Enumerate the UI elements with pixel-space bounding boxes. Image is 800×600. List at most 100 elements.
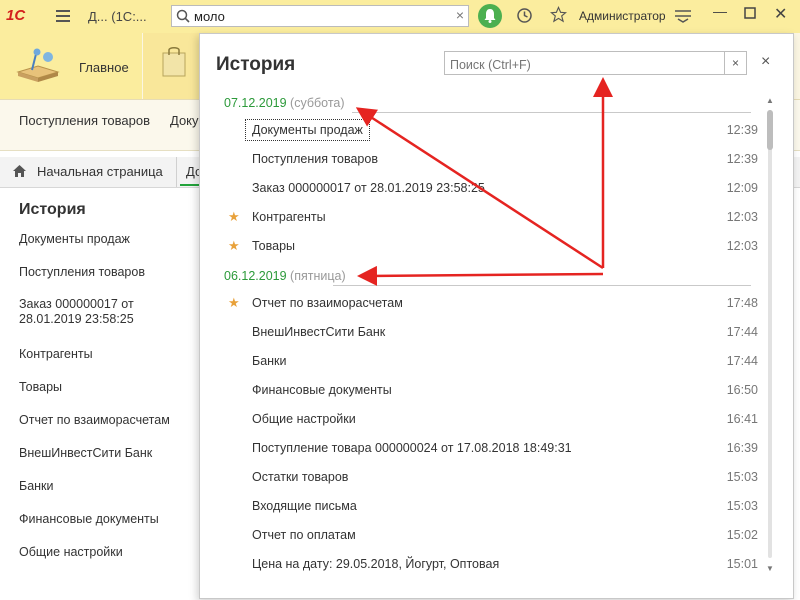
- history-row-name[interactable]: ВнешИнвестСити Банк: [252, 325, 385, 339]
- maximize-icon[interactable]: [744, 6, 756, 22]
- history-date: 07.12.2019: [224, 96, 287, 110]
- history-row-time: 16:41: [726, 412, 758, 426]
- history-row[interactable]: Отчет по оплатам 15:02: [224, 523, 758, 547]
- global-search-value: моло: [194, 9, 225, 24]
- history-row[interactable]: Цена на дату: 29.05.2018, Йогурт, Оптова…: [224, 552, 758, 576]
- history-row-time: 12:03: [726, 239, 758, 253]
- favorite-star-icon[interactable]: ★: [228, 209, 240, 225]
- history-row-name[interactable]: Общие настройки: [252, 412, 356, 426]
- left-history-item[interactable]: Товары: [19, 380, 199, 395]
- popup-title: История: [216, 54, 296, 75]
- history-date-header: 07.12.2019 (суббота): [224, 96, 345, 110]
- favorites-star-icon[interactable]: [549, 5, 568, 27]
- search-icon: [176, 9, 190, 26]
- history-date: 06.12.2019: [224, 269, 287, 283]
- history-row-time: 12:03: [726, 210, 758, 224]
- tab-home-label: Начальная страница: [37, 164, 163, 179]
- history-search-clear-icon[interactable]: ×: [725, 51, 747, 75]
- history-clock-icon[interactable]: [516, 7, 533, 28]
- top-bar: 1С Д... (1С:... моло × Администратор — ✕: [0, 0, 800, 34]
- app-title: Д... (1С:...: [88, 9, 147, 24]
- favorite-star-icon[interactable]: ★: [228, 238, 240, 254]
- close-window-icon[interactable]: ✕: [774, 4, 787, 24]
- shopping-bag-icon: [162, 45, 186, 77]
- history-row-name[interactable]: Контрагенты: [252, 210, 326, 224]
- history-row[interactable]: Финансовые документы 16:50: [224, 378, 758, 402]
- tab-home-page[interactable]: Начальная страница: [0, 157, 177, 187]
- history-row[interactable]: Остатки товаров 15:03: [224, 465, 758, 489]
- history-date-header: 06.12.2019 (пятница): [224, 269, 346, 283]
- history-search-input[interactable]: [444, 51, 725, 75]
- user-name[interactable]: Администратор: [579, 9, 666, 23]
- history-row-name[interactable]: Цена на дату: 29.05.2018, Йогурт, Оптова…: [252, 557, 499, 571]
- history-row-name[interactable]: Отчет по взаиморасчетам: [252, 296, 403, 310]
- left-history-item[interactable]: Общие настройки: [19, 545, 199, 560]
- history-row-time: 15:02: [726, 528, 758, 542]
- history-date-divider: [352, 112, 751, 113]
- history-row-name[interactable]: Отчет по оплатам: [252, 528, 356, 542]
- command-goods-receipts[interactable]: Поступления товаров: [19, 113, 150, 128]
- history-row[interactable]: Документы продаж 12:39: [224, 118, 758, 142]
- history-weekday: (пятница): [290, 269, 346, 283]
- left-history-item[interactable]: Финансовые документы: [19, 512, 199, 527]
- history-row-time: 12:09: [726, 181, 758, 195]
- history-row-name[interactable]: Заказ 000000017 от 28.01.2019 23:58:25: [252, 181, 485, 195]
- history-row[interactable]: ★ Контрагенты 12:03: [224, 205, 758, 229]
- history-row[interactable]: Входящие письма 15:03: [224, 494, 758, 518]
- global-search-input[interactable]: моло ×: [171, 5, 469, 27]
- search-clear-icon[interactable]: ×: [456, 7, 464, 23]
- left-history-item[interactable]: ВнешИнвестСити Банк: [19, 446, 199, 461]
- history-row-name[interactable]: Товары: [252, 239, 295, 253]
- command-documents[interactable]: Доку: [170, 113, 199, 128]
- scroll-down-icon[interactable]: ▼: [766, 564, 774, 573]
- history-row-name[interactable]: Поступление товара 000000024 от 17.08.20…: [252, 441, 572, 455]
- history-row[interactable]: ★ Товары 12:03: [224, 234, 758, 258]
- favorite-star-icon[interactable]: ★: [228, 295, 240, 311]
- history-row-time: 15:03: [726, 499, 758, 513]
- left-history-item[interactable]: Банки: [19, 479, 199, 494]
- history-row-time: 17:44: [726, 354, 758, 368]
- history-row-time: 16:39: [726, 441, 758, 455]
- history-weekday: (суббота): [290, 96, 345, 110]
- history-row-name[interactable]: Входящие письма: [252, 499, 357, 513]
- history-row[interactable]: Поступление товара 000000024 от 17.08.20…: [224, 436, 758, 460]
- history-row-time: 17:44: [726, 325, 758, 339]
- scroll-track[interactable]: [768, 110, 772, 558]
- scroll-thumb[interactable]: [767, 110, 773, 150]
- history-row-name[interactable]: Банки: [252, 354, 287, 368]
- history-popup: История × × ▲ ▼ 07.12.2019 (суббота) Доку…: [199, 33, 794, 599]
- history-row[interactable]: Банки 17:44: [224, 349, 758, 373]
- section-home-label: Главное: [79, 60, 129, 75]
- history-scrollbar[interactable]: ▲ ▼: [766, 94, 774, 574]
- left-history-item[interactable]: Поступления товаров: [19, 265, 199, 280]
- left-history-item[interactable]: Заказ 000000017 от 28.01.2019 23:58:25: [19, 297, 199, 327]
- history-row-time: 16:50: [726, 383, 758, 397]
- home-icon: [12, 164, 27, 181]
- history-row[interactable]: Поступления товаров 12:39: [224, 147, 758, 171]
- left-history-item[interactable]: Документы продаж: [19, 232, 199, 247]
- app-logo: 1С: [6, 7, 26, 24]
- popup-close-icon[interactable]: ×: [761, 53, 770, 71]
- history-row[interactable]: ★ Отчет по взаиморасчетам 17:48: [224, 291, 758, 315]
- history-row-time: 17:48: [726, 296, 758, 310]
- home-section-icon: [16, 42, 60, 86]
- main-menu-icon[interactable]: [56, 10, 70, 22]
- history-row-name[interactable]: Документы продаж: [245, 119, 370, 141]
- left-history-item[interactable]: Отчет по взаиморасчетам: [19, 413, 199, 428]
- scroll-up-icon[interactable]: ▲: [766, 96, 774, 105]
- history-date-divider: [333, 285, 751, 286]
- history-row-time: 15:03: [726, 470, 758, 484]
- history-row-time: 12:39: [726, 152, 758, 166]
- notifications-bell-icon[interactable]: [478, 4, 502, 28]
- history-row-name[interactable]: Финансовые документы: [252, 383, 392, 397]
- active-tab-underline: [180, 184, 200, 186]
- settings-menu-icon[interactable]: [675, 9, 691, 27]
- history-row[interactable]: Заказ 000000017 от 28.01.2019 23:58:25 12…: [224, 176, 758, 200]
- history-row[interactable]: ВнешИнвестСити Банк 17:44: [224, 320, 758, 344]
- left-history-item[interactable]: Контрагенты: [19, 347, 199, 362]
- history-row-name[interactable]: Поступления товаров: [252, 152, 378, 166]
- history-row-name[interactable]: Остатки товаров: [252, 470, 348, 484]
- history-row[interactable]: Общие настройки 16:41: [224, 407, 758, 431]
- history-row-time: 12:39: [726, 123, 758, 137]
- minimize-icon[interactable]: —: [713, 3, 727, 19]
